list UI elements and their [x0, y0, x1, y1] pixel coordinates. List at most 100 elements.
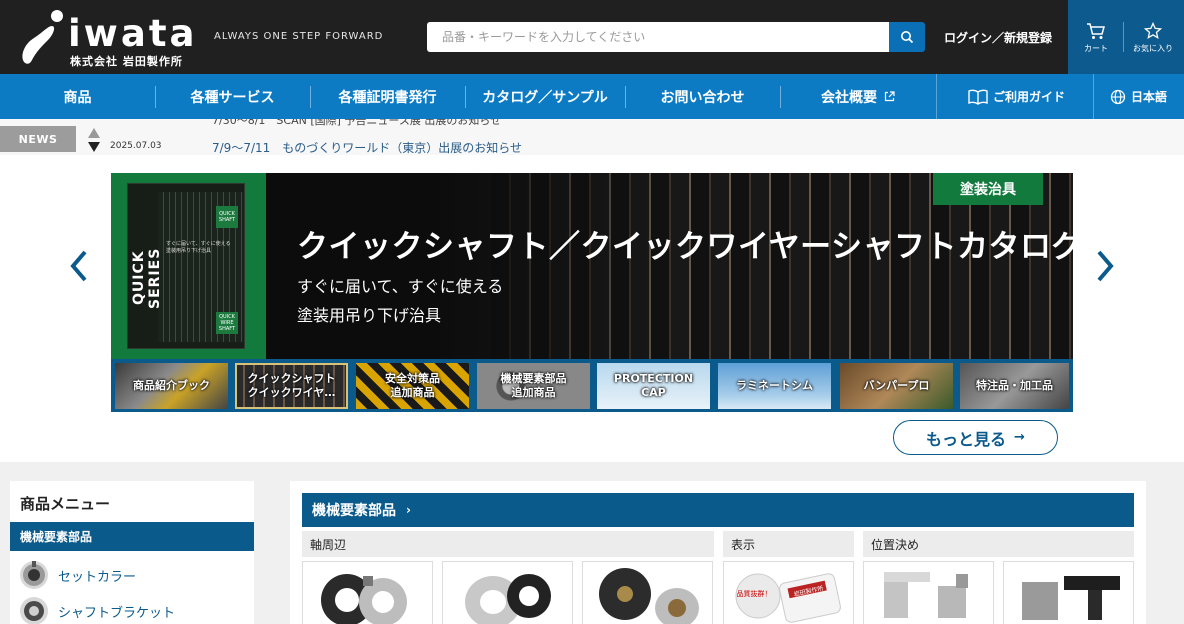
- category-header[interactable]: 機械要素部品 ›: [302, 493, 1134, 527]
- book-icon: [968, 89, 988, 105]
- product-menu-category[interactable]: 機械要素部品: [10, 522, 254, 551]
- news-item-previous[interactable]: 7/30～8/1 SCAN [国際] 予告ニュース展 出展のお知らせ: [212, 119, 501, 128]
- thumbnail-custom-products[interactable]: 特注品・加工品: [960, 363, 1069, 409]
- logo[interactable]: iwata 株式会社 岩田製作所: [18, 4, 208, 70]
- tagline: ALWAYS ONE STEP FORWARD: [214, 31, 384, 42]
- nav-item-catalog[interactable]: カタログ／サンプル: [465, 74, 625, 119]
- nav-item-services[interactable]: 各種サービス: [155, 74, 310, 119]
- product-image: [465, 574, 551, 624]
- catalog-cover-image: QUICK SERIES QUICK SHAFT すぐに届いて、すぐに使える 塗…: [127, 183, 245, 349]
- login-register-link[interactable]: ログイン／新規登録: [944, 29, 1052, 46]
- product-card[interactable]: [302, 561, 433, 624]
- external-link-icon: [884, 91, 895, 102]
- arrow-up-icon[interactable]: [88, 128, 100, 138]
- carousel-prev-icon[interactable]: [66, 248, 92, 284]
- nav-separator: [1093, 74, 1094, 119]
- nav-item-label: 会社概要: [821, 89, 877, 106]
- thumbnail-bumper-pro[interactable]: バンパープロ: [840, 363, 953, 409]
- language-selector[interactable]: 日本語: [1110, 74, 1167, 119]
- nav-item-label: お問い合わせ: [660, 89, 745, 106]
- nav-item-label: 各種サービス: [190, 89, 275, 106]
- thumbnail-protection-cap[interactable]: PROTECTION CAP: [597, 363, 710, 409]
- nav-item-company[interactable]: 会社概要: [780, 74, 936, 119]
- guide-link[interactable]: ご利用ガイド: [968, 74, 1065, 119]
- side-item-set-collar[interactable]: セットカラー: [18, 558, 136, 592]
- arrow-down-icon[interactable]: [88, 142, 100, 152]
- nav-item-certificates[interactable]: 各種証明書発行: [310, 74, 465, 119]
- news-item-current[interactable]: 7/9～7/11 ものづくりワールド（東京）出展のお知らせ: [212, 139, 522, 155]
- chevron-right-icon: ›: [406, 503, 411, 517]
- arrow-right-icon: →: [1014, 430, 1025, 445]
- globe-icon: [1110, 89, 1126, 104]
- subcategory-shaft[interactable]: 軸周辺: [302, 531, 714, 557]
- thumbnail-label: PROTECTION CAP: [613, 372, 694, 399]
- product-image: [1022, 576, 1120, 620]
- thumbnail-label: バンパープロ: [863, 379, 930, 392]
- news-date: 2025.07.03: [110, 141, 162, 151]
- hero-subtitle: すぐに届いて、すぐに使える: [297, 277, 504, 296]
- search-input[interactable]: [427, 22, 889, 52]
- nav-item-products[interactable]: 商品: [0, 74, 155, 119]
- catalog-cover-tag: QUICK WIRE SHAFT: [216, 312, 238, 334]
- product-image: [321, 574, 407, 624]
- hero-fade: [261, 173, 681, 360]
- header-divider: [1123, 22, 1124, 52]
- side-item-shaft-bracket[interactable]: シャフトブラケット: [18, 594, 175, 624]
- side-item-label: シャフトブラケット: [58, 605, 176, 621]
- hero-title: クイックシャフト／クイックワイヤーシャフトカタログ: [297, 229, 1073, 265]
- logo-wordmark: iwata: [68, 12, 198, 55]
- thumbnail-quick-shaft[interactable]: クイックシャフト クイックワイヤ…: [235, 363, 348, 409]
- catalog-cover-subtitle: すぐに届いて、すぐに使える 塗装用吊り下げ治具: [166, 241, 230, 255]
- main-nav: 商品 各種サービス 各種証明書発行 カタログ／サンプル お問い合わせ 会社概要 …: [0, 74, 1184, 119]
- thumbnail-machine-parts[interactable]: 機械要素部品 追加商品: [477, 363, 590, 409]
- hero-banner[interactable]: QUICK SERIES QUICK SHAFT すぐに届いて、すぐに使える 塗…: [111, 173, 1073, 360]
- product-image: [884, 572, 968, 618]
- hero-category-badge: 塗装治具: [933, 173, 1043, 205]
- side-item-label: セットカラー: [58, 569, 137, 585]
- thumbnail-product-book[interactable]: 商品紹介ブック: [115, 363, 228, 409]
- catalog-cover-tag: QUICK SHAFT: [216, 206, 238, 228]
- thumbnail-label: 安全対策品 追加商品: [385, 372, 440, 399]
- favorites-label: お気に入り: [1133, 44, 1173, 53]
- product-menu: 商品メニュー 機械要素部品 セットカラー シャフトブラケット: [10, 481, 254, 624]
- category-title: 機械要素部品: [312, 503, 396, 519]
- thumbnail-label: 商品紹介ブック: [133, 379, 210, 392]
- subcategory-display[interactable]: 表示: [723, 531, 854, 557]
- product-card[interactable]: [442, 561, 573, 624]
- thumbnail-safety-products[interactable]: 安全対策品 追加商品: [356, 363, 469, 409]
- favorites-button[interactable]: お気に入り: [1125, 0, 1181, 74]
- product-image: [599, 568, 699, 624]
- catalog-cover-title: QUICK SERIES: [131, 247, 163, 309]
- nav-separator: [936, 74, 937, 119]
- cart-favorites-area: カート お気に入り: [1068, 0, 1184, 74]
- product-card[interactable]: [1003, 561, 1134, 624]
- cart-button[interactable]: カート: [1068, 0, 1124, 74]
- more-button-label: もっと見る: [926, 429, 1007, 449]
- cart-label: カート: [1084, 44, 1108, 53]
- thumbnail-label: 特注品・加工品: [976, 379, 1053, 392]
- thumbnail-label: ラミネートシム: [736, 379, 813, 392]
- more-button[interactable]: もっと見る →: [893, 420, 1058, 455]
- product-image: 品質抜群！ 岩田製作所: [735, 573, 841, 623]
- product-card[interactable]: [863, 561, 994, 624]
- product-card[interactable]: [582, 561, 713, 624]
- carousel-next-icon[interactable]: [1092, 248, 1118, 284]
- cart-icon: [1087, 23, 1105, 39]
- search-button[interactable]: [889, 22, 925, 52]
- news-ticker: NEWS 2025.07.03 7/30～8/1 SCAN [国際] 予告ニュー…: [0, 119, 1184, 155]
- product-menu-title: 商品メニュー: [20, 495, 111, 513]
- hero-subtitle: 塗装用吊り下げ治具: [297, 306, 442, 325]
- thumbnail-label: 機械要素部品 追加商品: [500, 372, 567, 399]
- thumbnail-label: クイックシャフト クイックワイヤ…: [247, 372, 336, 399]
- company-name: 株式会社 岩田製作所: [70, 55, 183, 68]
- guide-label: ご利用ガイド: [993, 90, 1066, 104]
- product-card[interactable]: 品質抜群！ 岩田製作所: [723, 561, 854, 624]
- news-label: NEWS: [0, 126, 76, 152]
- nav-item-contact[interactable]: お問い合わせ: [625, 74, 780, 119]
- subcategory-positioning[interactable]: 位置決め: [863, 531, 1134, 557]
- logo-mark-icon: [22, 10, 63, 64]
- star-icon: [1144, 22, 1162, 40]
- thumbnail-laminate-shim[interactable]: ラミネートシム: [718, 363, 831, 409]
- nav-item-label: カタログ／サンプル: [482, 89, 608, 106]
- hero-green-panel: QUICK SERIES QUICK SHAFT すぐに届いて、すぐに使える 塗…: [111, 173, 266, 360]
